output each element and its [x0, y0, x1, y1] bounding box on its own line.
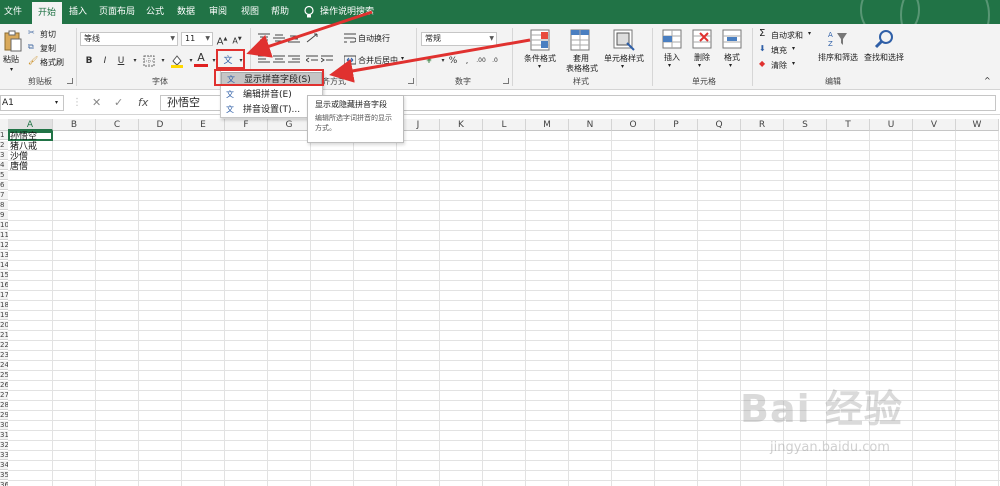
annotation-arrow	[329, 38, 531, 83]
annotation-arrow	[246, 10, 373, 58]
baidu-watermark: Bai 经验	[740, 387, 903, 431]
baidu-watermark-url: jingyan.baidu.com	[770, 440, 890, 455]
excel-window: 文件 开始 插入 页面布局 公式 数据 审阅 视图 帮助 操作说明搜索 粘贴 ▾…	[0, 0, 1000, 486]
